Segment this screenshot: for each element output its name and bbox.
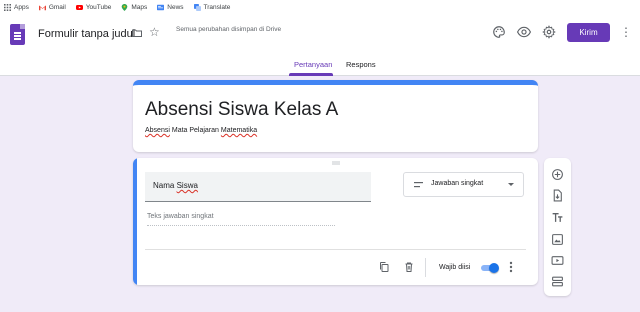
question-title-word: Siswa [176,181,198,190]
bookmarks-bar: Apps Gmail YouTube Maps News Translate [0,0,640,14]
news-icon [157,4,165,10]
google-forms-logo-icon[interactable] [10,24,25,45]
add-title-icon[interactable] [551,211,564,224]
form-title[interactable]: Absensi Siswa Kelas A [145,99,338,121]
bookmark-translate[interactable]: Translate [193,3,231,11]
form-title-card[interactable]: Absensi Siswa Kelas A Absensi Mata Pelaj… [133,80,538,152]
bookmark-maps[interactable]: Maps [121,3,148,11]
youtube-icon [75,4,83,10]
import-questions-icon[interactable] [551,189,564,202]
footer-separator [425,258,426,277]
more-vert-icon[interactable]: ⋮ [620,25,632,39]
question-card[interactable]: Nama Siswa Jawaban singkat Teks jawaban … [133,158,538,285]
short-text-icon [414,182,423,188]
bookmark-label: News [167,3,184,11]
question-title-input[interactable]: Nama Siswa [145,172,371,202]
add-section-icon[interactable] [551,275,564,288]
bookmark-news[interactable]: News [157,3,184,11]
drag-handle-icon[interactable] [332,161,340,165]
active-tab-indicator [289,73,333,76]
tab-responses[interactable]: Respons [346,60,376,69]
short-answer-placeholder: Teks jawaban singkat [147,213,335,226]
toggle-thumb [489,263,499,273]
card-footer-divider [145,249,526,250]
form-description[interactable]: Absensi Mata Pelajaran Matematika [145,127,257,134]
document-title[interactable]: Formulir tanpa judul [38,28,135,40]
required-toggle[interactable] [479,263,499,273]
bookmark-label: Gmail [48,3,66,11]
palette-icon[interactable] [492,25,506,39]
dropdown-caret-icon [508,183,514,186]
add-image-icon[interactable] [551,233,564,246]
more-options-icon[interactable] [508,261,514,273]
folder-icon[interactable] [131,27,143,39]
preview-eye-icon[interactable] [517,25,531,39]
settings-gear-icon[interactable] [542,25,556,39]
bookmark-label: Translate [203,3,231,11]
delete-trash-icon[interactable] [403,261,415,273]
floating-toolbar [544,158,571,296]
tab-questions[interactable]: Pertanyaan [294,60,332,69]
required-label: Wajib diisi [439,264,471,271]
bookmark-apps[interactable]: Apps [4,3,29,11]
bookmark-label: Maps [131,3,148,11]
question-title-word: Nama [153,181,175,190]
save-status: Semua perubahan disimpan di Drive [176,26,282,33]
description-word: Matematika [220,127,258,134]
description-word: Mata Pelajaran [171,127,219,134]
tab-bar: Pertanyaan Respons [0,56,640,76]
add-question-icon[interactable] [551,168,564,181]
bookmark-gmail[interactable]: Gmail [38,3,66,11]
send-button[interactable]: Kirim [567,23,610,42]
maps-icon [122,3,128,11]
apps-grid-icon [4,3,11,11]
active-card-indicator [133,158,137,285]
question-type-dropdown[interactable]: Jawaban singkat [403,172,524,197]
bookmark-youtube[interactable]: YouTube [75,3,112,11]
bookmark-label: Apps [14,3,29,11]
translate-icon [193,3,201,11]
add-video-icon[interactable] [551,254,564,267]
description-word: Absensi [145,127,170,134]
bookmark-label: YouTube [85,3,112,11]
forms-header: Formulir tanpa judul ☆ Semua perubahan d… [0,14,640,76]
duplicate-icon[interactable] [378,261,390,273]
question-type-label: Jawaban singkat [431,180,484,187]
star-icon[interactable]: ☆ [149,26,160,38]
gmail-icon [38,4,46,10]
